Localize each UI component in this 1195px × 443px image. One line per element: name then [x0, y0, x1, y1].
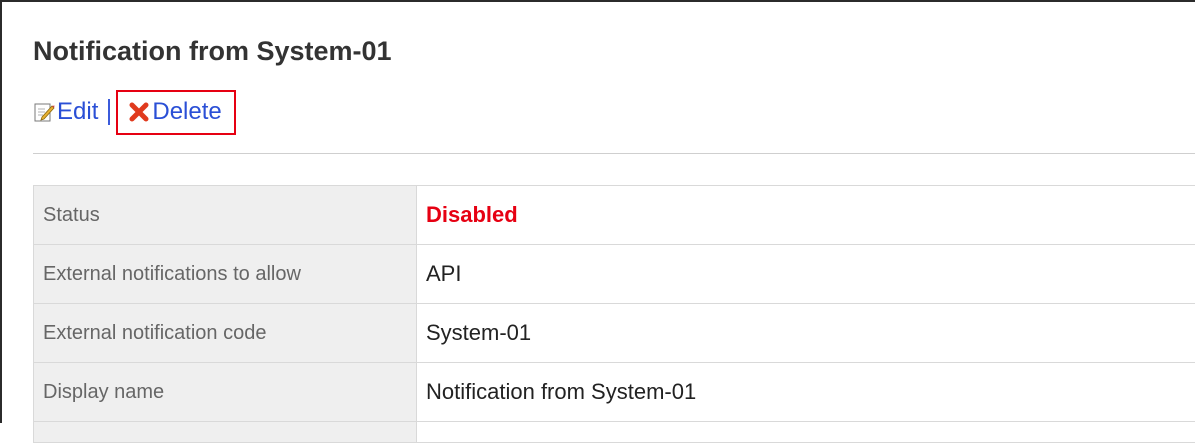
notification-code-value: System-01: [417, 304, 1195, 363]
table-row: Status Disabled: [34, 186, 1195, 245]
notification-detail-panel: Notification from System-01 Edit: [0, 0, 1195, 423]
delete-link[interactable]: Delete: [128, 98, 221, 126]
table-row-partial: [34, 422, 1195, 443]
table-row: External notification code System-01: [34, 304, 1195, 363]
row-label-status: Status: [34, 186, 417, 245]
row-label-notifications-to-allow: External notifications to allow: [34, 245, 417, 304]
notifications-to-allow-value: API: [417, 245, 1195, 304]
row-label-display-name: Display name: [34, 363, 417, 422]
details-table: Status Disabled External notifications t…: [33, 185, 1195, 443]
row-label-cut-off: [34, 422, 417, 443]
edit-icon: [33, 101, 55, 123]
page-title: Notification from System-01: [33, 36, 392, 67]
edit-link[interactable]: Edit: [33, 98, 98, 126]
row-value-cut-off: [417, 422, 1195, 443]
delete-x-icon: [128, 101, 150, 123]
table-row: Display name Notification from System-01: [34, 363, 1195, 422]
row-label-notification-code: External notification code: [34, 304, 417, 363]
header-divider: [33, 153, 1195, 154]
action-bar: Edit Delete: [33, 95, 236, 129]
display-name-value: Notification from System-01: [417, 363, 1195, 422]
table-row: External notifications to allow API: [34, 245, 1195, 304]
delete-highlight-box: Delete: [116, 90, 235, 135]
delete-label: Delete: [152, 98, 221, 126]
action-separator: [108, 99, 110, 125]
status-value: Disabled: [417, 186, 1195, 245]
edit-label: Edit: [57, 98, 98, 126]
